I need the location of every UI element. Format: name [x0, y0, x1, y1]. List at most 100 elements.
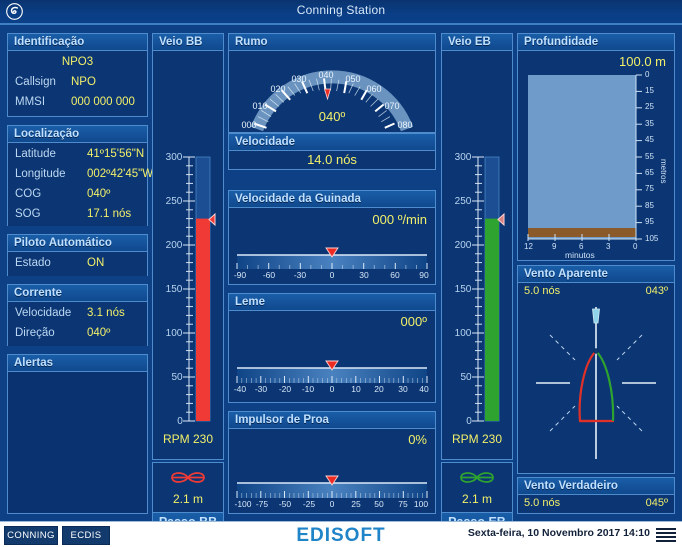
longitude-value: 002º42'45"W: [87, 168, 154, 180]
depth-y-tick-75: 75: [645, 184, 654, 193]
hamburger-menu-icon[interactable]: [656, 528, 676, 542]
datetime-display: Sexta-feira, 10 Novembro 2017 14:10: [467, 527, 650, 539]
cog-row: COG 040º: [8, 184, 147, 204]
depth-y-axis-title: metros: [659, 159, 668, 184]
shaft-port-panel: Veio BB 300 250 200 150 100 50 0 RPM 230: [152, 33, 224, 460]
depth-x-tick-3: 3: [606, 242, 611, 251]
bow-tick-25: 25: [351, 499, 361, 509]
depth-y-tick-0: 0: [645, 70, 650, 79]
depth-panel: Profundidade 100.0 m 0 15 25 35 45 55 65…: [517, 33, 675, 261]
rot-tick-30: 30: [359, 270, 369, 280]
heading-tick-060: 060: [366, 84, 382, 94]
depth-x-tick-12: 12: [524, 242, 533, 251]
rudder-tick--20: -20: [278, 384, 292, 394]
depth-x-axis-title: minutos: [565, 250, 595, 260]
apparent-wind-direction: 043º: [645, 285, 668, 297]
heading-tick-050: 050: [345, 74, 361, 84]
shaft-port-header: Veio BB: [153, 34, 223, 51]
latitude-label: Latitude: [15, 148, 56, 160]
bow-tick-75: 75: [398, 499, 408, 509]
speed-panel: Velocidade 14.0 nós: [228, 133, 436, 170]
longitude-row: Longitude 002º42'45"W: [8, 164, 153, 184]
bow-thruster-panel: Impulsor de Proa 0% -100 -75 -50 -25 0 2…: [228, 411, 436, 514]
bow-tick--100: -100: [234, 499, 252, 509]
rot-tick--30: -30: [293, 270, 307, 280]
propeller-icon-port: [153, 463, 223, 491]
bow-tick-0: 0: [329, 499, 335, 509]
shaft-stbd-rpm-label: RPM 230: [451, 432, 503, 446]
status-bar: CONNING ECDIS EDISOFT Sexta-feira, 10 No…: [0, 521, 682, 547]
depth-y-tick-55: 55: [645, 152, 654, 161]
identification-panel: Identificação NPO3 Callsign NPO MMSI 000…: [7, 33, 148, 117]
rudder-tick--10: -10: [301, 384, 315, 394]
cog-label: COG: [15, 188, 42, 200]
autopilot-state-value: ON: [87, 257, 105, 269]
autopilot-panel: Piloto Automático Estado ON: [7, 234, 148, 276]
window-title: Conning Station: [296, 3, 386, 17]
autopilot-header: Piloto Automático: [8, 235, 147, 252]
shaft-stbd-panel: Veio EB 300 250 200 150 100 50 0 RPM 230: [441, 33, 513, 460]
wind-rose-diagram: [536, 307, 656, 459]
apparent-wind-speed: 5.0 nós: [524, 285, 561, 297]
heading-header: Rumo: [229, 34, 435, 51]
sog-value: 17.1 nós: [87, 208, 132, 220]
latitude-row: Latitude 41º15'56"N: [8, 144, 147, 164]
rudder-header: Leme: [229, 294, 435, 311]
true-wind-readout: 5.0 nós 045º: [518, 495, 674, 511]
ship-name-value: NPO3: [61, 55, 94, 68]
alerts-list[interactable]: [8, 372, 147, 513]
bow-tick-50: 50: [374, 499, 384, 509]
rot-tick-60: 60: [390, 270, 400, 280]
heading-tick-030: 030: [291, 74, 307, 84]
sog-label: SOG: [15, 208, 41, 220]
shaft-port-bar: [183, 156, 216, 422]
current-speed-row: Velocidade 3.1 nós: [8, 303, 147, 323]
mmsi-value: 000 000 000: [71, 96, 135, 108]
depth-y-tick-25: 25: [645, 102, 654, 111]
autopilot-state-label: Estado: [15, 257, 51, 269]
current-direction-label: Direção: [15, 327, 55, 339]
alerts-panel[interactable]: Alertas: [7, 354, 148, 514]
current-direction-value: 040º: [87, 327, 111, 339]
ship-name-row: NPO3: [8, 51, 147, 72]
current-direction-row: Direção 040º: [8, 323, 147, 343]
identification-header: Identificação: [8, 34, 147, 51]
rudder-tick-40: 40: [419, 384, 429, 394]
rate-of-turn-header: Velocidade da Guinada: [229, 191, 435, 208]
apparent-wind-header: Vento Aparente: [518, 266, 674, 283]
rot-tick-90: 90: [419, 270, 429, 280]
autopilot-state-row: Estado ON: [8, 253, 147, 273]
callsign-label: Callsign: [15, 76, 56, 88]
depth-y-tick-105: 105: [645, 234, 659, 243]
bow-tick--50: -50: [278, 499, 292, 509]
rot-tick--60: -60: [262, 270, 276, 280]
bow-tick-100: 100: [413, 499, 429, 509]
rudder-tick-20: 20: [374, 384, 384, 394]
location-panel: Localização Latitude 41º15'56"N Longitud…: [7, 125, 153, 226]
heading-tick-040: 040: [318, 70, 334, 80]
depth-y-tick-35: 35: [645, 119, 654, 128]
rudder-tick-10: 10: [351, 384, 361, 394]
depth-y-tick-85: 85: [645, 201, 654, 210]
depth-y-tick-45: 45: [645, 135, 654, 144]
apparent-wind-panel: Vento Aparente 5.0 nós 043º: [517, 265, 675, 474]
pitch-port-value: 2.1 m: [172, 492, 203, 506]
rudder-tick-30: 30: [398, 384, 408, 394]
bow-tick--75: -75: [255, 499, 269, 509]
mmsi-label: MMSI: [15, 96, 46, 108]
rot-tick-0: 0: [329, 270, 335, 280]
rudder-tick--40: -40: [233, 384, 247, 394]
bow-thruster-header: Impulsor de Proa: [229, 412, 435, 429]
heading-panel: Rumo 000 010 020 030 040 050 060 070 080…: [228, 33, 436, 133]
current-speed-label: Velocidade: [15, 307, 72, 319]
bow-tick--25: -25: [302, 499, 316, 509]
shaft-stbd-gauge: 300 250 200 150 100 50 0 RPM 230: [442, 51, 512, 459]
true-wind-direction: 045º: [645, 497, 668, 509]
depth-y-tick-15: 15: [645, 86, 654, 95]
workspace: Identificação NPO3 Callsign NPO MMSI 000…: [0, 25, 682, 532]
rot-tick--90: -90: [233, 270, 247, 280]
true-wind-panel: Vento Verdadeiro 5.0 nós 045º: [517, 477, 675, 514]
shaft-stbd-bar: [472, 156, 505, 422]
depth-x-tick-9: 9: [552, 242, 557, 251]
rudder-panel: Leme 000º -40 -30 -20 -10 0 10 20 30 40: [228, 293, 436, 403]
